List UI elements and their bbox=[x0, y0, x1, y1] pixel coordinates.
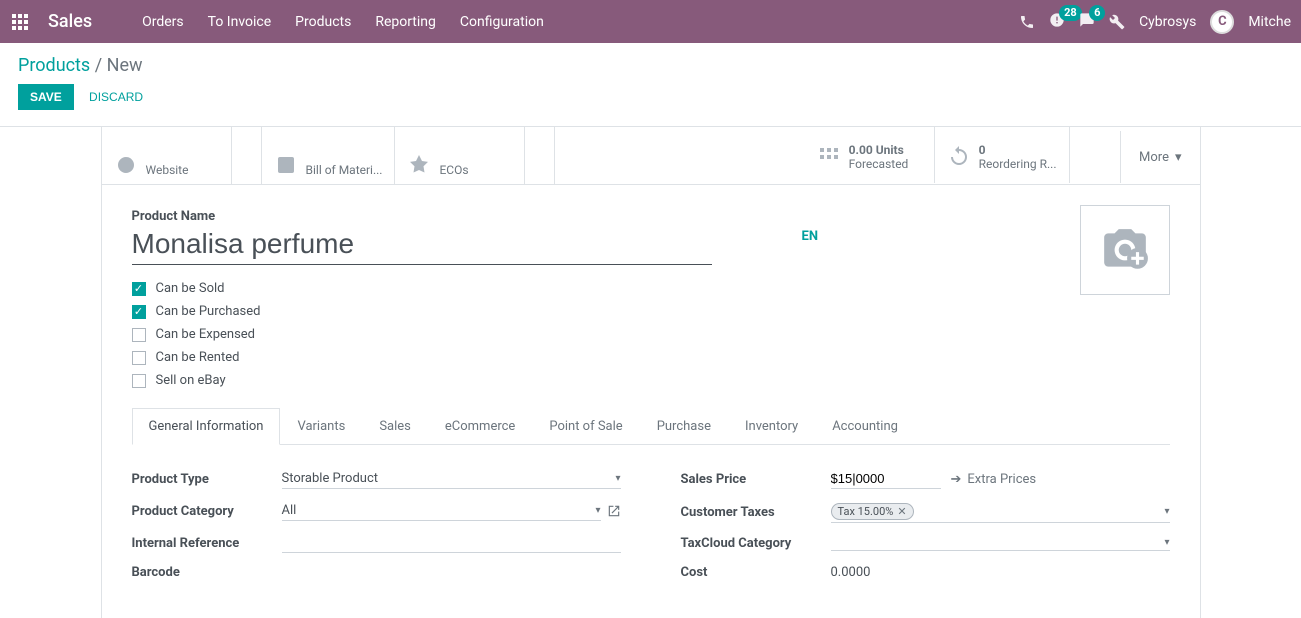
extra-prices-link[interactable]: ➔Extra Prices bbox=[951, 472, 1037, 487]
product-name-label: Product Name bbox=[132, 209, 1170, 224]
menu-orders[interactable]: Orders bbox=[142, 14, 184, 30]
systray: 28 6 Cybrosys C Mitche bbox=[1019, 10, 1301, 34]
customer-taxes-input[interactable]: Tax 15.00%✕ ▾ bbox=[831, 501, 1170, 523]
save-button[interactable]: SAVE bbox=[18, 84, 74, 110]
top-nav: Sales Orders To Invoice Products Reporti… bbox=[0, 0, 1301, 43]
taxcloud-category-label: TaxCloud Category bbox=[681, 536, 831, 551]
chevron-down-icon: ▾ bbox=[1175, 150, 1182, 165]
tax-tag[interactable]: Tax 15.00%✕ bbox=[831, 503, 914, 520]
can-be-sold-checkbox[interactable] bbox=[132, 282, 146, 296]
chevron-down-icon: ▾ bbox=[615, 473, 620, 484]
stat-forecasted[interactable]: 0.00 UnitsForecasted bbox=[805, 131, 935, 183]
debug-icon[interactable] bbox=[1109, 14, 1125, 30]
product-type-label: Product Type bbox=[132, 472, 282, 487]
stat-ecos[interactable]: ECOs bbox=[395, 127, 525, 185]
can-be-expensed-checkbox[interactable] bbox=[132, 328, 146, 342]
company-switcher[interactable]: Cybrosys bbox=[1139, 14, 1196, 30]
discard-button[interactable]: DISCARD bbox=[89, 90, 143, 104]
sales-price-label: Sales Price bbox=[681, 472, 831, 487]
stat-buttons: Website Bill of Materi... ECOs Quality P… bbox=[102, 127, 1200, 185]
external-link-icon[interactable] bbox=[607, 504, 621, 518]
product-name-input[interactable] bbox=[132, 224, 712, 265]
product-checkboxes: Can be Sold Can be Purchased Can be Expe… bbox=[132, 281, 1170, 388]
menu-configuration[interactable]: Configuration bbox=[460, 14, 544, 30]
taxcloud-category-select[interactable]: ▾ bbox=[831, 535, 1170, 551]
breadcrumb-root[interactable]: Products bbox=[18, 55, 90, 76]
general-info-panel: Product Type Storable Product▾ Product C… bbox=[132, 445, 1170, 594]
internal-reference-input[interactable] bbox=[282, 533, 621, 553]
chevron-down-icon: ▾ bbox=[595, 505, 600, 516]
activity-icon[interactable]: 28 bbox=[1049, 12, 1065, 32]
apps-icon[interactable] bbox=[12, 14, 28, 30]
messages-badge: 6 bbox=[1089, 5, 1105, 21]
app-brand: Sales bbox=[48, 11, 92, 32]
product-category-label: Product Category bbox=[132, 504, 282, 519]
arrow-right-icon: ➔ bbox=[951, 472, 962, 487]
customer-taxes-label: Customer Taxes bbox=[681, 505, 831, 520]
sales-price-input[interactable] bbox=[831, 469, 941, 489]
chevron-down-icon: ▾ bbox=[1164, 506, 1169, 517]
internal-reference-label: Internal Reference bbox=[132, 536, 282, 551]
sell-on-ebay-checkbox[interactable] bbox=[132, 374, 146, 388]
breadcrumb-current: New bbox=[107, 55, 143, 76]
tab-sales[interactable]: Sales bbox=[362, 408, 428, 445]
product-type-select[interactable]: Storable Product▾ bbox=[282, 469, 621, 489]
tab-ecommerce[interactable]: eCommerce bbox=[428, 408, 532, 445]
stat-reordering[interactable]: 0Reordering R... bbox=[935, 131, 1070, 183]
stat-unknown-a[interactable] bbox=[232, 127, 262, 185]
notebook-tabs: General Information Variants Sales eComm… bbox=[132, 408, 1170, 445]
remove-tag-icon[interactable]: ✕ bbox=[897, 505, 906, 518]
tab-pos[interactable]: Point of Sale bbox=[532, 408, 639, 445]
tab-inventory[interactable]: Inventory bbox=[728, 408, 815, 445]
cost-value: 0.0000 bbox=[831, 563, 1170, 582]
action-bar: SAVE DISCARD bbox=[0, 76, 1301, 127]
chevron-down-icon: ▾ bbox=[1164, 537, 1169, 548]
form-sheet: Website Bill of Materi... ECOs Quality P… bbox=[101, 127, 1201, 618]
menu-to-invoice[interactable]: To Invoice bbox=[208, 14, 272, 30]
tab-general-info[interactable]: General Information bbox=[132, 408, 281, 445]
can-be-rented-checkbox[interactable] bbox=[132, 351, 146, 365]
user-name[interactable]: Mitche bbox=[1248, 14, 1291, 30]
menu-reporting[interactable]: Reporting bbox=[375, 14, 436, 30]
camera-icon bbox=[1095, 225, 1155, 275]
messages-icon[interactable]: 6 bbox=[1079, 12, 1095, 32]
tab-accounting[interactable]: Accounting bbox=[815, 408, 915, 445]
phone-icon[interactable] bbox=[1019, 14, 1035, 30]
can-be-purchased-checkbox[interactable] bbox=[132, 305, 146, 319]
product-image-placeholder[interactable] bbox=[1080, 205, 1170, 295]
stat-more[interactable]: More ▾ bbox=[1120, 131, 1199, 183]
stat-unknown-b[interactable] bbox=[525, 127, 555, 185]
breadcrumb: Products / New bbox=[0, 43, 1301, 76]
user-avatar[interactable]: C bbox=[1210, 10, 1234, 34]
stat-bom[interactable]: Bill of Materi... bbox=[262, 127, 396, 185]
product-category-select[interactable]: All▾ bbox=[282, 501, 601, 521]
tab-purchase[interactable]: Purchase bbox=[640, 408, 728, 445]
menu-products[interactable]: Products bbox=[295, 14, 351, 30]
tab-variants[interactable]: Variants bbox=[280, 408, 362, 445]
main-menu: Orders To Invoice Products Reporting Con… bbox=[142, 14, 544, 30]
stat-website[interactable]: Website bbox=[102, 127, 232, 185]
language-button[interactable]: EN bbox=[802, 229, 819, 244]
form-body: Product Name EN Can be Sold Can be Purch… bbox=[102, 185, 1200, 618]
